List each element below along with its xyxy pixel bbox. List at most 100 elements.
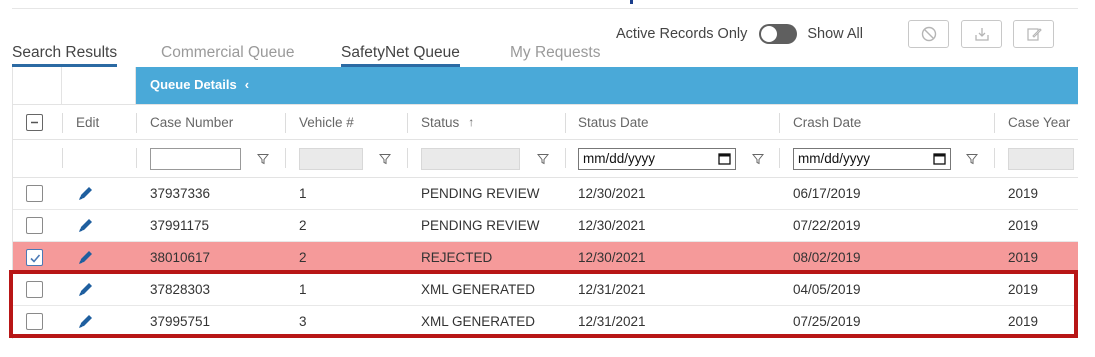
column-divider	[565, 113, 566, 133]
active-records-toggle[interactable]	[759, 24, 798, 44]
active-records-label: Active Records Only	[616, 26, 748, 42]
status-date-cell: 12/30/2021	[578, 218, 646, 233]
status-cell: REJECTED	[421, 250, 493, 265]
calendar-icon[interactable]	[718, 152, 731, 165]
case-year-column-header[interactable]: Case Year	[1008, 105, 1070, 139]
column-divider	[779, 148, 780, 168]
pencil-icon	[79, 251, 92, 264]
vehicle-cell: 2	[299, 218, 307, 233]
calendar-icon[interactable]	[933, 152, 946, 165]
case-year-cell: 2019	[1008, 282, 1039, 297]
row-select-checkbox[interactable]	[26, 185, 43, 202]
grid-filter-row: mm/dd/yyyy mm/dd/yyyy	[13, 140, 1078, 178]
crash-date-filter-cell: mm/dd/yyyy	[793, 140, 951, 177]
pencil-icon	[79, 315, 92, 328]
toggle-knob	[761, 26, 778, 42]
edit-icon	[1026, 28, 1042, 41]
column-divider	[994, 113, 995, 133]
tab-commercial-queue[interactable]: Commercial Queue	[161, 44, 295, 64]
pencil-icon	[79, 187, 92, 200]
chevron-left-icon: ‹	[244, 77, 250, 92]
crash-date-cell: 06/17/2019	[793, 186, 861, 201]
vehicle-column-header[interactable]: Vehicle #	[299, 105, 354, 139]
filter-icon	[379, 153, 391, 164]
case-number-filter-input[interactable]	[150, 147, 241, 170]
filter-icon	[257, 153, 269, 164]
case-year-cell: 2019	[1008, 218, 1039, 233]
row-select-checkbox[interactable]	[26, 313, 43, 330]
filter-icon	[966, 153, 978, 164]
tab-safetynet-queue[interactable]: SafetyNet Queue	[341, 44, 460, 67]
blank-header-cell	[13, 67, 62, 104]
crash-date-filter-input[interactable]: mm/dd/yyyy	[793, 147, 951, 170]
table-row[interactable]: 37828303 1 XML GENERATED 12/31/2021 04/0…	[13, 274, 1078, 306]
block-button[interactable]	[908, 20, 949, 48]
download-button[interactable]	[961, 20, 1002, 48]
case-number-cell: 38010617	[150, 250, 211, 265]
edit-row-button[interactable]	[77, 178, 94, 209]
case-year-cell: 2019	[1008, 250, 1039, 265]
status-date-filter-button[interactable]	[752, 140, 764, 177]
status-date-filter-input[interactable]: mm/dd/yyyy	[578, 147, 736, 170]
column-divider	[136, 148, 137, 168]
vehicle-filter-input[interactable]	[299, 147, 363, 170]
crash-date-cell: 04/05/2019	[793, 282, 861, 297]
table-row[interactable]: 37937336 1 PENDING REVIEW 12/30/2021 06/…	[13, 178, 1078, 210]
table-row[interactable]: 37991175 2 PENDING REVIEW 12/30/2021 07/…	[13, 210, 1078, 242]
status-cell: PENDING REVIEW	[421, 186, 540, 201]
status-date-cell: 12/31/2021	[578, 282, 646, 297]
case-year-filter-input[interactable]	[1008, 147, 1074, 170]
row-select-checkbox[interactable]	[26, 217, 43, 234]
status-cell: XML GENERATED	[421, 282, 536, 297]
vehicle-cell: 2	[299, 250, 307, 265]
tab-my-requests[interactable]: My Requests	[510, 44, 600, 64]
case-year-cell: 2019	[1008, 186, 1039, 201]
crash-date-column-header[interactable]: Crash Date	[793, 105, 861, 139]
case-number-filter-cell	[150, 140, 241, 177]
column-divider	[285, 113, 286, 133]
top-divider	[12, 8, 1078, 9]
minus-icon	[31, 121, 38, 123]
show-all-label: Show All	[807, 26, 863, 42]
crash-date-cell: 08/02/2019	[793, 250, 861, 265]
status-date-filter-cell: mm/dd/yyyy	[578, 140, 736, 177]
row-select-checkbox[interactable]	[26, 281, 43, 298]
status-date-column-header[interactable]: Status Date	[578, 105, 649, 139]
crash-date-placeholder: mm/dd/yyyy	[798, 151, 871, 166]
status-filter-input[interactable]	[421, 147, 520, 170]
edit-column-header: Edit	[76, 114, 100, 130]
checkmark-icon	[29, 253, 40, 263]
crash-date-filter-button[interactable]	[966, 140, 978, 177]
edit-row-button[interactable]	[77, 210, 94, 241]
table-row[interactable]: 38010617 2 REJECTED 12/30/2021 08/02/201…	[13, 242, 1078, 274]
filter-icon	[752, 153, 764, 164]
table-row[interactable]: 37995751 3 XML GENERATED 12/31/2021 07/2…	[13, 306, 1078, 338]
edit-record-button[interactable]	[1013, 20, 1054, 48]
status-cell: PENDING REVIEW	[421, 218, 540, 233]
crash-date-cell: 07/25/2019	[793, 314, 861, 329]
case-year-filter-cell	[1008, 140, 1074, 177]
edit-row-button[interactable]	[77, 274, 94, 305]
queue-details-toggle[interactable]: Queue Details ‹	[150, 77, 249, 92]
case-number-cell: 37991175	[150, 218, 210, 233]
case-number-filter-button[interactable]	[257, 140, 269, 177]
edit-row-button[interactable]	[77, 242, 94, 273]
select-all-checkbox[interactable]	[26, 113, 43, 131]
row-select-checkbox[interactable]	[26, 249, 43, 266]
status-column-header[interactable]: Status ↑	[421, 105, 474, 139]
filter-icon	[537, 153, 549, 164]
column-divider	[136, 113, 137, 133]
column-divider	[407, 113, 408, 133]
vehicle-filter-button[interactable]	[379, 140, 391, 177]
blank-header-cell	[62, 67, 136, 104]
status-date-cell: 12/31/2021	[578, 314, 646, 329]
record-filter-toolbar: Active Records Only Show All	[616, 20, 863, 48]
crash-date-cell: 07/22/2019	[793, 218, 861, 233]
tab-search-results[interactable]: Search Results	[12, 44, 118, 67]
case-number-column-header[interactable]: Case Number	[150, 105, 233, 139]
edit-row-button[interactable]	[77, 306, 94, 337]
status-date-cell: 12/30/2021	[578, 250, 646, 265]
case-number-cell: 37995751	[150, 314, 211, 329]
status-date-cell: 12/30/2021	[578, 186, 646, 201]
status-filter-button[interactable]	[537, 140, 549, 177]
